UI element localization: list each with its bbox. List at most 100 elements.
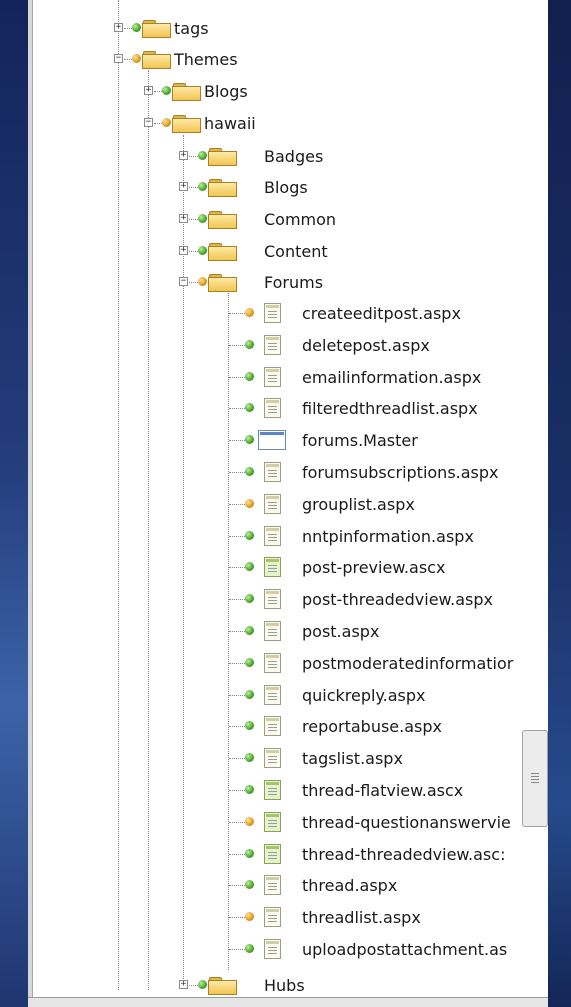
file-item[interactable]: tagslist.aspx [28, 745, 548, 773]
expand-icon[interactable]: + [179, 246, 188, 255]
file-item[interactable]: reportabuse.aspx [28, 713, 548, 741]
file-item[interactable]: thread-flatview.ascx [28, 777, 548, 805]
file-label: thread.aspx [302, 876, 398, 896]
status-orange-icon [245, 498, 254, 508]
file-item[interactable]: forums.Master [28, 427, 548, 455]
file-item[interactable]: thread.aspx [28, 872, 548, 900]
status-green-icon [245, 657, 254, 667]
node-label: Blogs [204, 82, 248, 101]
aspx-file-icon [264, 875, 281, 896]
status-green-icon [245, 339, 254, 349]
collapse-icon[interactable]: − [144, 118, 153, 127]
status-green-icon [245, 530, 254, 540]
vertical-scrollbar-thumb[interactable] [522, 730, 548, 827]
status-green-icon [245, 435, 254, 445]
file-item[interactable]: createeditpost.aspx [28, 300, 548, 328]
file-item[interactable]: nntpinformation.aspx [28, 523, 548, 551]
node-label: Common [264, 210, 337, 229]
tree-node-blogs-hawaii[interactable]: + Blogs [28, 174, 548, 202]
tree-node-forums[interactable]: − Forums [28, 269, 548, 297]
file-label: nntpinformation.aspx [302, 526, 474, 546]
file-item[interactable]: deletepost.aspx [28, 332, 548, 360]
folder-icon [208, 977, 237, 995]
file-item[interactable]: grouplist.aspx [28, 491, 548, 519]
file-item[interactable]: thread-questionanswervie [28, 809, 548, 837]
scroll-grip-icon [531, 773, 539, 783]
status-green-icon [198, 151, 207, 160]
expand-icon[interactable]: + [179, 214, 188, 223]
expand-icon[interactable]: + [179, 980, 188, 989]
file-item[interactable]: threadlist.aspx [28, 904, 548, 932]
tree-node-hawaii[interactable]: − hawaii [28, 110, 548, 138]
node-label: Badges [264, 147, 324, 166]
expand-icon[interactable]: + [179, 182, 188, 191]
file-label: post-preview.ascx [302, 558, 446, 578]
file-label: forumsubscriptions.aspx [302, 463, 499, 482]
tree-node-blogs[interactable]: + Blogs [28, 78, 548, 106]
aspx-file-icon [264, 462, 281, 482]
expand-icon[interactable]: + [179, 151, 188, 160]
file-item[interactable]: forumsubscriptions.aspx [28, 459, 548, 487]
expand-icon[interactable]: + [144, 86, 153, 95]
file-item[interactable]: uploadpostattachment.as [28, 936, 548, 964]
file-label: thread-threadedview.asc: [302, 844, 506, 864]
ascx-file-icon [264, 811, 281, 832]
status-green-icon [245, 689, 254, 699]
master-file-icon [258, 430, 286, 451]
node-label: Forums [264, 273, 324, 292]
tree-node-hubs[interactable]: + Hubs [28, 972, 548, 1000]
ascx-file-icon [264, 843, 281, 864]
aspx-file-icon [264, 366, 281, 387]
folder-icon [208, 211, 237, 229]
folder-icon [172, 83, 201, 101]
folder-open-icon [208, 274, 237, 292]
aspx-file-icon [264, 652, 281, 673]
file-label: createeditpost.aspx [302, 304, 461, 323]
file-item[interactable]: emailinformation.aspx [28, 364, 548, 392]
file-label: thread-questionanswervie [302, 812, 511, 832]
file-item[interactable]: post.aspx [28, 618, 548, 646]
file-item[interactable]: postmoderatedinformatior [28, 650, 548, 678]
file-item[interactable]: filteredthreadlist.aspx [28, 395, 548, 423]
collapse-icon[interactable]: − [114, 54, 123, 63]
tree-node-common[interactable]: + Common [28, 206, 548, 234]
aspx-file-icon [264, 334, 281, 355]
file-item[interactable]: thread-threadedview.asc: [28, 841, 548, 869]
status-green-icon [132, 23, 141, 32]
ascx-file-icon [264, 780, 281, 800]
status-green-icon [245, 785, 254, 794]
status-orange-icon [245, 912, 254, 922]
collapse-icon[interactable]: − [179, 277, 188, 286]
file-label: threadlist.aspx [302, 908, 421, 928]
expand-icon[interactable]: + [114, 23, 123, 32]
status-green-icon [198, 214, 207, 223]
horizontal-scrollbar[interactable] [28, 997, 548, 1007]
file-label: uploadpostattachment.as [302, 940, 508, 959]
status-orange-icon [198, 277, 207, 286]
aspx-file-icon [264, 525, 281, 546]
tree-node-themes[interactable]: − Themes [28, 46, 548, 74]
file-item[interactable]: post-preview.ascx [28, 554, 548, 582]
status-orange-icon [245, 816, 254, 826]
tree-node-badges[interactable]: + Badges [28, 143, 548, 171]
file-label: grouplist.aspx [302, 494, 415, 514]
desktop-background-left [0, 0, 28, 1007]
tree-node-tags[interactable]: + tags [28, 15, 548, 43]
desktop-background-right [548, 0, 571, 1007]
status-green-icon [245, 626, 254, 635]
status-green-icon [245, 880, 254, 890]
file-item[interactable]: quickreply.aspx [28, 682, 548, 710]
aspx-file-icon [264, 684, 281, 705]
status-green-icon [245, 753, 254, 763]
file-label: emailinformation.aspx [302, 367, 482, 387]
status-green-icon [198, 980, 207, 989]
folder-open-icon [142, 51, 171, 69]
file-label: tagslist.aspx [302, 749, 403, 769]
file-item[interactable]: post-threadedview.aspx [28, 586, 548, 614]
node-label: Hubs [264, 976, 305, 995]
aspx-file-icon [264, 748, 281, 769]
status-green-icon [245, 721, 254, 731]
file-label: post-threadedview.aspx [302, 590, 493, 610]
node-label: Themes [174, 50, 238, 69]
tree-node-content[interactable]: + Content [28, 238, 548, 266]
